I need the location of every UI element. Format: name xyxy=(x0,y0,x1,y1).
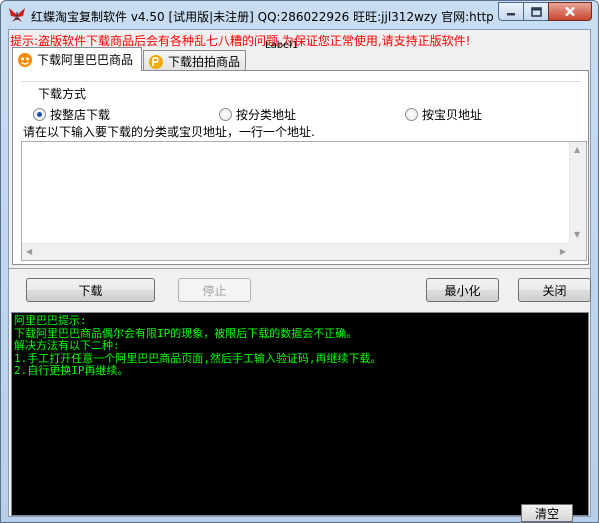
maximize-window-button[interactable] xyxy=(523,2,549,21)
radio-dot xyxy=(33,108,46,121)
stop-button[interactable]: 停止 xyxy=(178,278,251,302)
radio-item-url-label: 按宝贝地址 xyxy=(422,108,483,122)
scrollbar-corner xyxy=(569,243,586,260)
scroll-up-icon[interactable]: ▲ xyxy=(574,146,580,154)
divider xyxy=(9,268,590,269)
scroll-left-icon[interactable]: ◀ xyxy=(26,248,32,256)
app-window: 红蝶淘宝复制软件 v4.50 [试用版|未注册] QQ:286022926 旺旺… xyxy=(0,0,599,523)
client-area: 提示:盗版软件下载商品后会有各种乱七八糟的问题,为保证您正常使用,请支持正版软件… xyxy=(8,29,591,522)
download-mode-group: 下载方式 按整店下载 按分类地址 按宝贝地址 xyxy=(21,81,581,122)
radio-category-url[interactable]: 按分类地址 xyxy=(219,106,296,123)
radio-whole-shop[interactable]: 按整店下载 xyxy=(33,106,110,123)
window-title: 红蝶淘宝复制软件 v4.50 [试用版|未注册] QQ:286022926 旺旺… xyxy=(31,10,493,24)
scroll-down-icon[interactable]: ▼ xyxy=(574,231,580,239)
tab-panel: 下载方式 按整店下载 按分类地址 按宝贝地址 请在以下输入要下载的分类或宝贝地址… xyxy=(12,70,589,265)
tab-alibaba-label: 下载阿里巴巴商品 xyxy=(37,53,134,67)
url-instruction: 请在以下输入要下载的分类或宝贝地址，一行一个地址. xyxy=(23,125,315,139)
close-icon xyxy=(565,6,575,17)
tab-alibaba[interactable]: 下载阿里巴巴商品 xyxy=(12,47,142,71)
butterfly-icon xyxy=(9,8,25,22)
console-line: 解决方法有以下二种: xyxy=(14,339,120,352)
scroll-right-icon[interactable]: ▶ xyxy=(560,248,566,256)
radio-whole-shop-label: 按整店下载 xyxy=(50,108,111,122)
minimize-icon xyxy=(507,12,515,15)
tab-paipai[interactable]: 下载拍拍商品 xyxy=(143,50,246,72)
minimize-button[interactable]: 最小化 xyxy=(426,278,499,302)
radio-dot xyxy=(219,108,232,121)
url-input[interactable]: ▲ ▼ ◀ ▶ xyxy=(21,141,587,261)
close-window-button[interactable] xyxy=(548,2,592,21)
clear-log-button[interactable]: 清空 xyxy=(521,504,573,522)
url-input-horizontal-scrollbar[interactable]: ◀ ▶ xyxy=(22,243,570,260)
tab-paipai-label: 下载拍拍商品 xyxy=(168,55,241,69)
minimize-window-button[interactable] xyxy=(498,2,524,21)
paipai-icon xyxy=(149,54,163,69)
alibaba-icon xyxy=(18,52,32,67)
maximize-icon xyxy=(530,6,542,17)
console-line: 2.自行更换IP再继续。 xyxy=(14,364,129,377)
console-line: 阿里巴巴提示: xyxy=(14,314,87,327)
radio-category-url-label: 按分类地址 xyxy=(236,108,297,122)
download-button[interactable]: 下载 xyxy=(26,278,155,302)
title-bar[interactable]: 红蝶淘宝复制软件 v4.50 [试用版|未注册] QQ:286022926 旺旺… xyxy=(1,1,598,29)
radio-item-url[interactable]: 按宝贝地址 xyxy=(405,106,482,123)
download-mode-label: 下载方式 xyxy=(35,85,90,102)
url-input-vertical-scrollbar[interactable]: ▲ ▼ xyxy=(569,142,586,243)
label1: Label1 xyxy=(265,40,299,51)
log-console: 阿里巴巴提示: 下载阿里巴巴商品偶尔会有限IP的现象，被限后下载的数据会不正确。… xyxy=(11,312,589,516)
close-button[interactable]: 关闭 xyxy=(518,278,591,302)
console-lines: 阿里巴巴提示: 下载阿里巴巴商品偶尔会有限IP的现象，被限后下载的数据会不正确。… xyxy=(14,314,382,378)
radio-dot xyxy=(405,108,418,121)
